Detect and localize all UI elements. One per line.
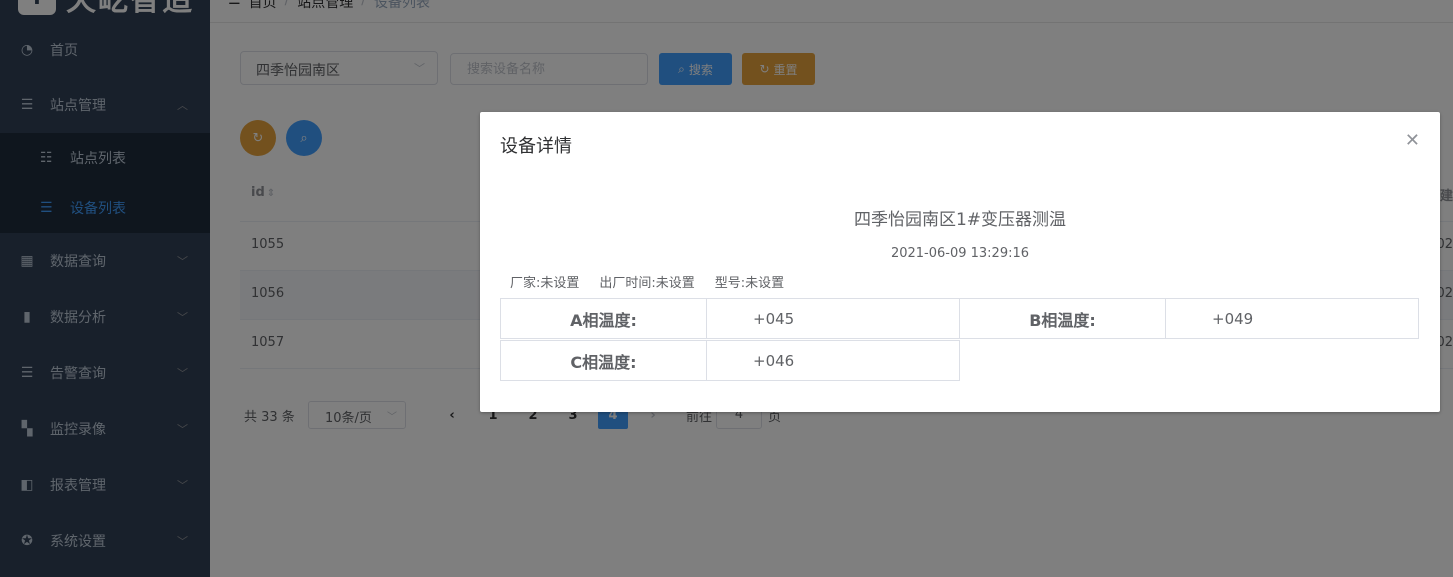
device-detail-dialog: 设备详情 ✕ 四季怡园南区1#变压器测温 2021-06-09 13:29:16… (480, 112, 1440, 412)
model-text: 型号:未设置 (714, 276, 785, 291)
factory-time-text: 出厂时间:未设置 (599, 276, 695, 291)
phase-c-label: C相温度: (500, 340, 707, 381)
device-timestamp: 2021-06-09 13:29:16 (890, 246, 1030, 261)
phase-a-label: A相温度: (500, 298, 707, 339)
device-name: 四季怡园南区1#变压器测温 (853, 210, 1067, 230)
phase-c-value: +046 (706, 340, 960, 381)
phase-b-value: +049 (1165, 298, 1419, 339)
close-icon[interactable]: ✕ (1405, 130, 1420, 151)
device-meta: 厂家:未设置 出厂时间:未设置 型号:未设置 (510, 272, 784, 291)
dialog-title: 设备详情 (500, 136, 572, 157)
phase-a-value: +045 (706, 298, 960, 339)
manufacturer-text: 厂家:未设置 (510, 276, 580, 291)
phase-b-label: B相温度: (959, 298, 1166, 339)
